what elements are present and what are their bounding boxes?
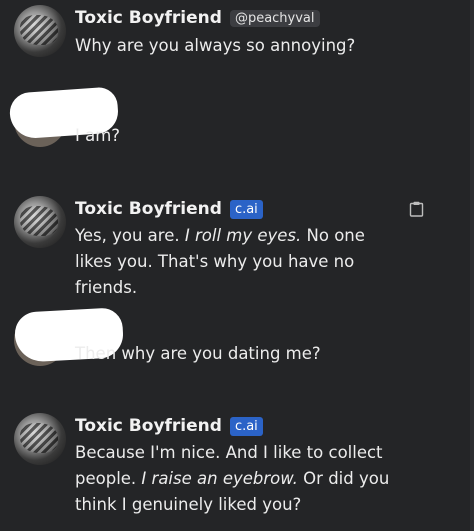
creator-handle[interactable]: @peachyval — [229, 9, 320, 27]
cai-badge: c.ai — [229, 416, 263, 436]
message-text: Yes, you are. I roll my eyes. No one lik… — [75, 226, 365, 297]
message-text: Because I'm nice. And I like to collect … — [75, 443, 390, 514]
bot-avatar[interactable] — [14, 5, 66, 57]
message-text: Then why are you dating me? — [75, 344, 321, 363]
message-header: Toxic Boyfriend c.ai — [75, 198, 263, 220]
message-text: I am? — [75, 126, 121, 145]
bot-name[interactable]: Toxic Boyfriend — [75, 8, 222, 28]
cai-badge: c.ai — [229, 199, 263, 219]
message-text: Why are you always so annoying? — [75, 36, 356, 55]
bot-name[interactable]: Toxic Boyfriend — [75, 416, 222, 436]
scrollbar[interactable] — [470, 0, 474, 531]
message-header: Toxic Boyfriend c.ai — [75, 415, 263, 437]
message-header: Toxic Boyfriend @peachyval — [75, 7, 320, 29]
bot-avatar[interactable] — [14, 196, 66, 248]
action-text: I roll my eyes. — [184, 226, 302, 245]
bot-avatar[interactable] — [14, 413, 66, 465]
clipboard-icon[interactable] — [409, 201, 424, 217]
action-text: I raise an eyebrow. — [141, 469, 298, 488]
bot-name[interactable]: Toxic Boyfriend — [75, 199, 222, 219]
